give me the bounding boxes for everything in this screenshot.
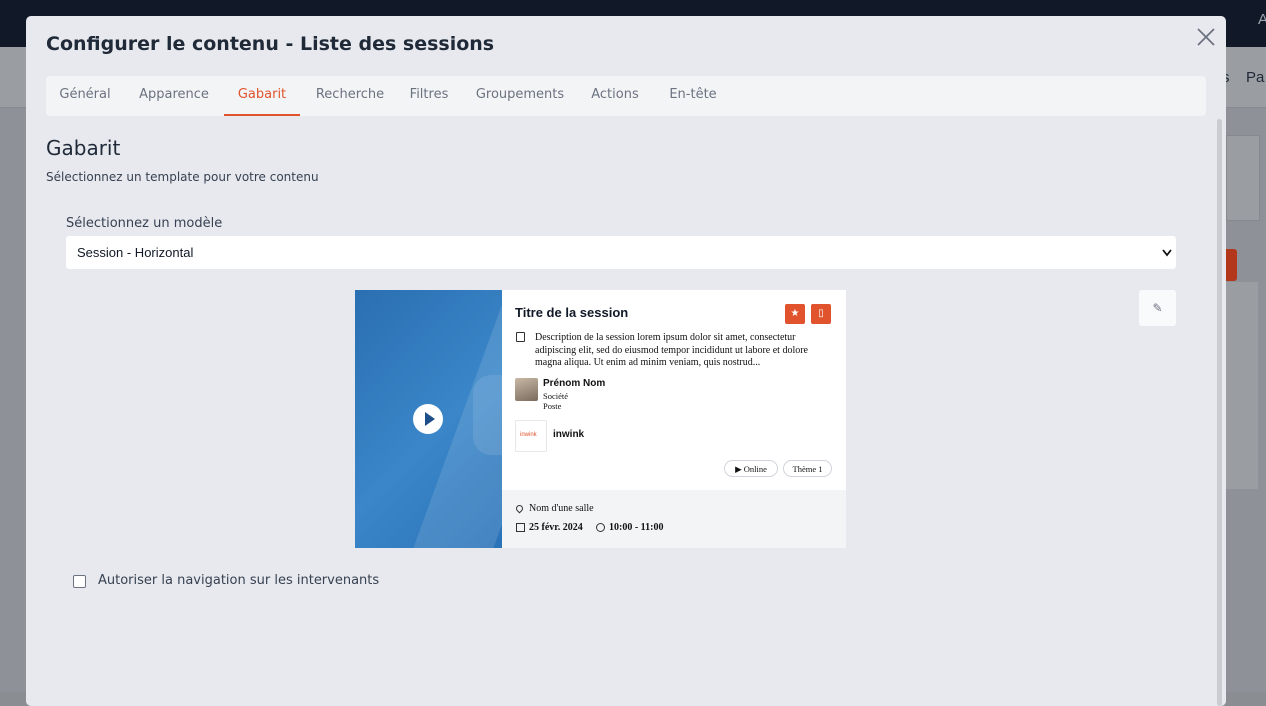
partner-name: inwink [553, 429, 585, 440]
close-icon [1197, 28, 1215, 46]
background-panel [1226, 135, 1260, 221]
tag-theme[interactable]: Thème 1 [783, 460, 832, 477]
template-select[interactable]: Session - Horizontal [66, 236, 1176, 269]
tab-template[interactable]: Gabarit [224, 76, 300, 116]
session-footer: Nom d'une salle 25 févr. 2024 10:00 - 11… [502, 490, 846, 548]
tag-online-label: Online [743, 464, 767, 474]
calendar-icon [516, 523, 525, 532]
allow-speaker-navigation-label: Autoriser la navigation sur les interven… [98, 573, 380, 588]
allow-speaker-navigation-checkbox[interactable] [73, 575, 86, 588]
session-time: 10:00 - 11:00 [609, 522, 664, 533]
tab-filters[interactable]: Filtres [400, 76, 458, 116]
favorite-star-icon[interactable]: ★ [785, 304, 805, 324]
session-video-thumbnail [355, 290, 502, 548]
pencil-icon: ✎ [1152, 301, 1163, 315]
modal-scrollbar-thumb[interactable] [1217, 119, 1222, 706]
edit-template-button[interactable]: ✎ [1139, 290, 1176, 326]
tab-search[interactable]: Recherche [304, 76, 396, 116]
template-select-value: Session - Horizontal [77, 245, 194, 260]
tab-appearance[interactable]: Apparence [128, 76, 220, 116]
speaker-avatar [515, 378, 538, 401]
background-nav-item-2: Pa [1246, 69, 1265, 86]
section-subtitle: Sélectionnez un template pour votre cont… [46, 170, 319, 184]
section-title: Gabarit [46, 136, 121, 160]
speaker-name: Prénom Nom [543, 378, 606, 389]
configure-content-modal: Configurer le contenu - Liste des sessio… [26, 16, 1226, 706]
background-top-text: A [1258, 11, 1266, 28]
speaker-position: Poste [543, 401, 562, 411]
tab-groupings[interactable]: Groupements [468, 76, 572, 116]
play-icon[interactable] [413, 404, 443, 434]
template-select-label: Sélectionnez un modèle [66, 216, 223, 231]
partner-logo: inwink [515, 420, 547, 452]
description-icon [516, 332, 525, 342]
tab-actions[interactable]: Actions [584, 76, 646, 116]
tag-online[interactable]: ▶ Online [724, 460, 778, 477]
modal-title: Configurer le contenu - Liste des sessio… [46, 33, 495, 55]
session-title: Titre de la session [515, 305, 629, 320]
room-name: Nom d'une salle [529, 503, 594, 514]
clock-icon [596, 523, 605, 532]
tab-header[interactable]: En-tête [658, 76, 728, 116]
session-description: Description de la session lorem ipsum do… [535, 332, 808, 368]
tab-bar: Général Apparence Gabarit Recherche Filt… [46, 76, 1206, 116]
speaker-company: Société [543, 391, 569, 401]
background-panel-2 [1226, 282, 1258, 489]
tab-general[interactable]: Général [46, 76, 124, 116]
session-date: 25 févr. 2024 [529, 522, 583, 533]
bookmark-icon[interactable]: ▯ [811, 304, 831, 324]
chevron-down-icon [1162, 236, 1172, 281]
location-pin-icon [514, 503, 525, 514]
close-button[interactable] [1194, 26, 1218, 50]
play-small-icon: ▶ [735, 464, 742, 474]
partner-logo-text: inwink [520, 432, 537, 438]
template-preview-card: Titre de la session ★ ▯ Description de l… [355, 290, 846, 548]
